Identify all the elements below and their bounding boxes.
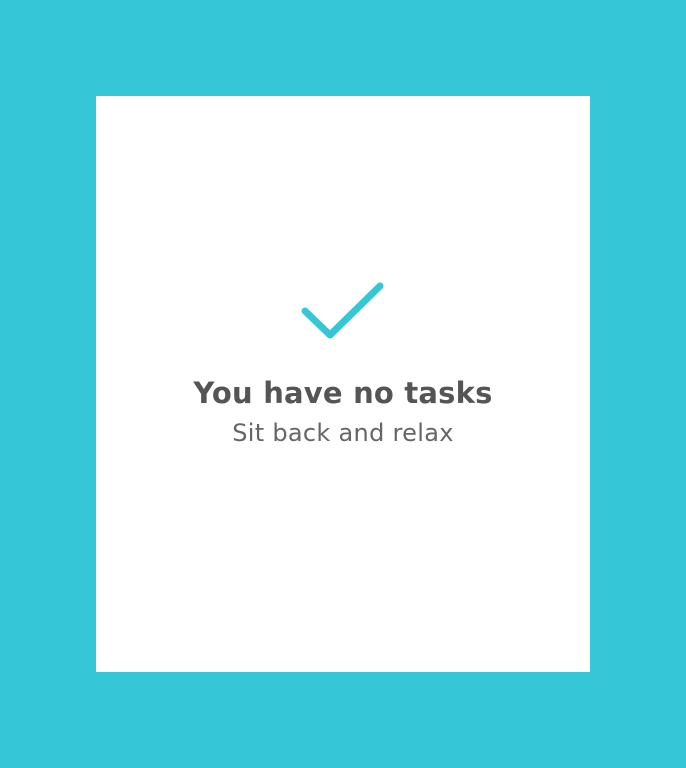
empty-state-subtitle: Sit back and relax <box>232 419 454 447</box>
empty-state-title: You have no tasks <box>193 376 493 410</box>
empty-state: You have no tasks Sit back and relax <box>96 281 590 449</box>
tasks-panel: You have no tasks Sit back and relax <box>96 96 590 672</box>
checkmark-icon <box>301 282 384 339</box>
app-background: You have no tasks Sit back and relax <box>0 0 686 768</box>
